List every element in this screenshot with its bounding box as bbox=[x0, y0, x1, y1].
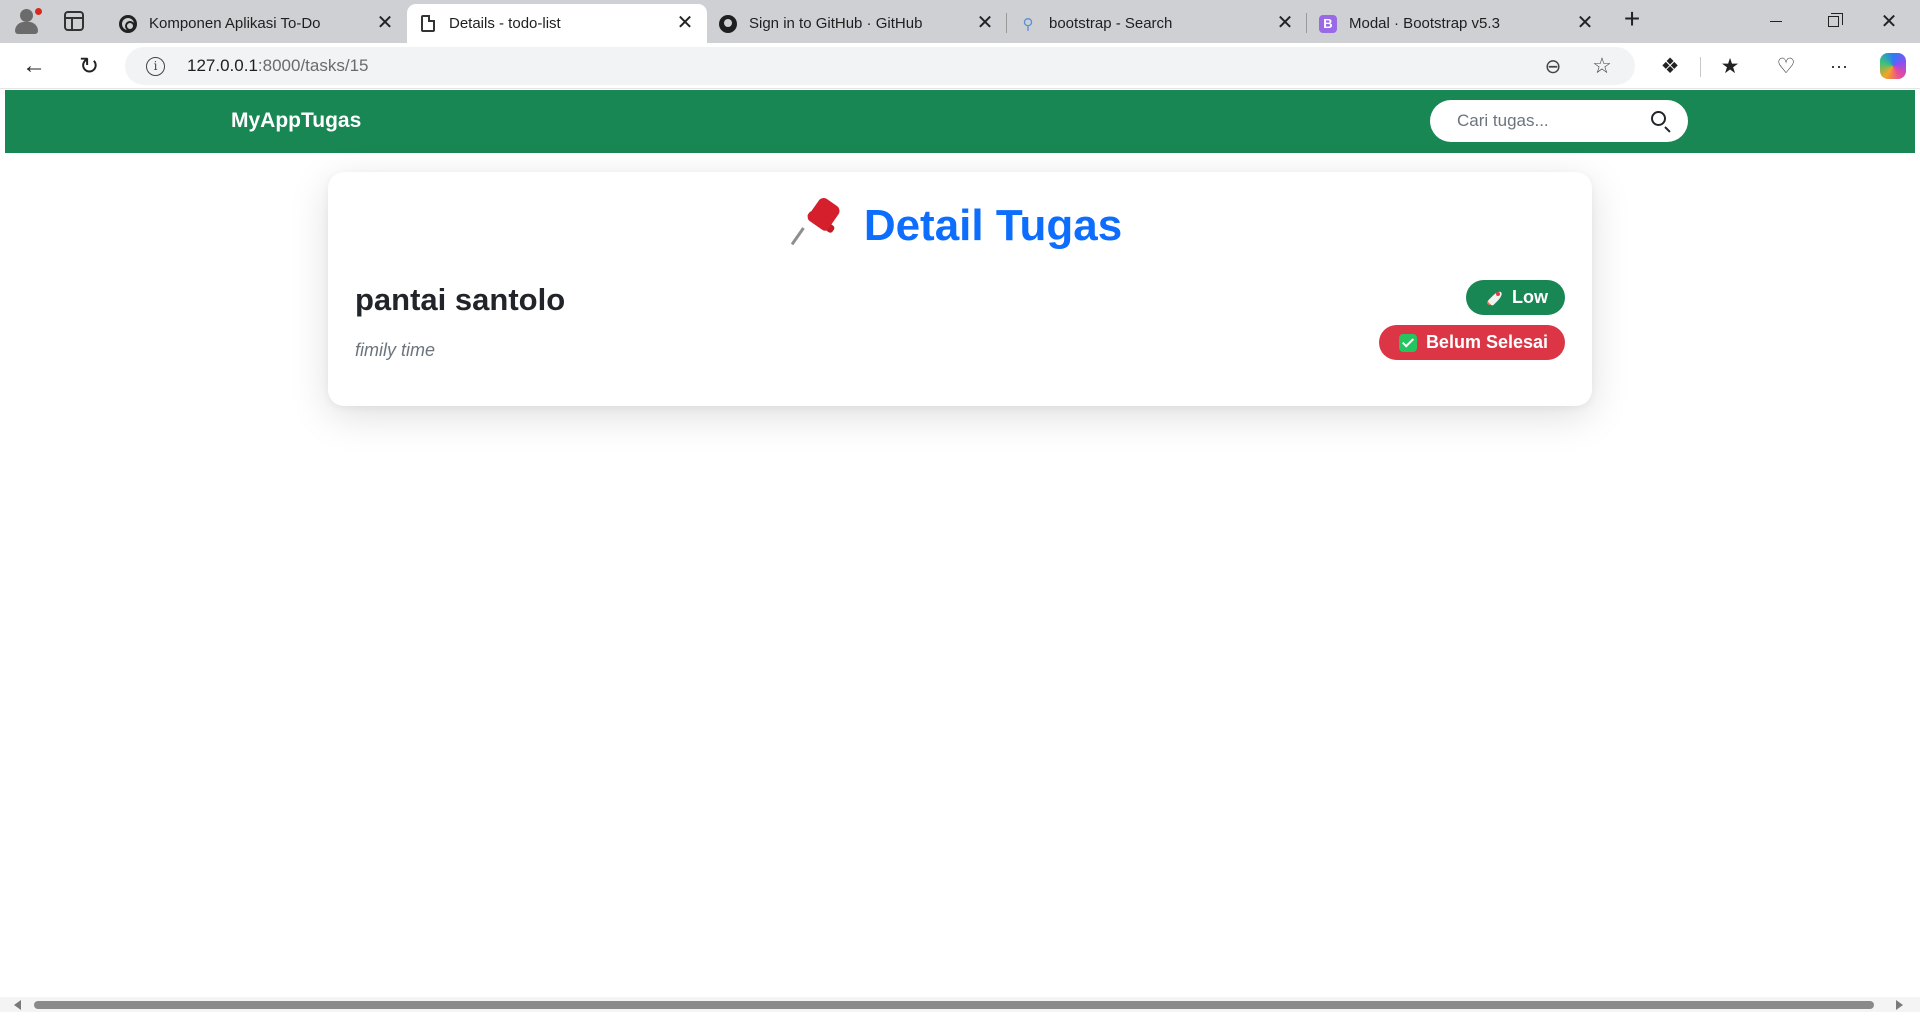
search-button[interactable] bbox=[1640, 103, 1680, 139]
task-description: fimily time bbox=[355, 340, 435, 360]
favorites-icon[interactable]: ★ bbox=[1715, 51, 1745, 81]
task-detail-card: Detail Tugas pantai santolo fimily time … bbox=[328, 172, 1592, 406]
tab-close-icon[interactable]: ✕ bbox=[1575, 13, 1595, 34]
address-host: 127.0.0.1 bbox=[187, 56, 258, 75]
page-title: Detail Tugas bbox=[328, 195, 1592, 251]
browser-essentials-icon[interactable]: ♡ bbox=[1771, 51, 1801, 81]
page-viewport: MyAppTugas Detail Tugas pantai santolo f… bbox=[5, 90, 1915, 1000]
tab-title: Modal · Bootstrap v5.3 bbox=[1349, 15, 1500, 32]
reload-icon: ↻ bbox=[78, 52, 100, 80]
scrollbar-thumb[interactable] bbox=[34, 1001, 1874, 1009]
tab-close-icon[interactable]: ✕ bbox=[975, 13, 995, 34]
horizontal-scrollbar[interactable] bbox=[0, 997, 1920, 1012]
browser-tab-strip: Komponen Aplikasi To-Do ✕ Details - todo… bbox=[0, 0, 1920, 43]
pushpin-icon bbox=[790, 195, 846, 246]
close-icon: ✕ bbox=[1880, 10, 1898, 33]
search-form bbox=[1430, 100, 1688, 142]
browser-tab-github[interactable]: Sign in to GitHub · GitHub ✕ bbox=[707, 4, 1007, 43]
notification-dot bbox=[34, 7, 43, 16]
tab-close-icon[interactable]: ✕ bbox=[675, 13, 695, 34]
minimize-window-button[interactable] bbox=[1753, 6, 1799, 36]
search-input[interactable] bbox=[1430, 100, 1630, 142]
minimize-icon bbox=[1770, 20, 1782, 22]
rocket-icon bbox=[1486, 289, 1504, 307]
check-icon bbox=[1398, 333, 1417, 352]
tab-close-icon[interactable]: ✕ bbox=[375, 13, 395, 34]
priority-badge-label: Low bbox=[1512, 287, 1548, 307]
scroll-left-arrow-icon[interactable] bbox=[14, 1000, 21, 1010]
tab-title: Komponen Aplikasi To-Do bbox=[149, 15, 321, 32]
document-icon bbox=[419, 15, 437, 33]
openai-icon bbox=[119, 14, 137, 33]
tab-title: Sign in to GitHub · GitHub bbox=[749, 15, 923, 32]
profile-avatar-icon[interactable] bbox=[12, 7, 43, 35]
tab-title: Details - todo-list bbox=[449, 15, 561, 32]
github-icon bbox=[719, 14, 737, 33]
site-info-icon[interactable]: i bbox=[146, 57, 165, 76]
address-url[interactable]: 127.0.0.1:8000/tasks/15 bbox=[187, 56, 368, 76]
new-tab-button[interactable]: + bbox=[1618, 5, 1646, 34]
favorite-star-icon[interactable]: ☆ bbox=[1589, 53, 1615, 79]
extensions-icon[interactable]: ❖ bbox=[1655, 51, 1685, 81]
browser-tab-modal-bootstrap[interactable]: B Modal · Bootstrap v5.3 ✕ bbox=[1307, 4, 1607, 43]
status-badge-label: Belum Selesai bbox=[1425, 332, 1548, 352]
more-options-icon[interactable]: ··· bbox=[1824, 51, 1854, 81]
address-bar[interactable]: i 127.0.0.1:8000/tasks/15 ⊖ ☆ bbox=[125, 47, 1635, 85]
address-path: :8000/tasks/15 bbox=[257, 56, 369, 75]
app-navbar: MyAppTugas bbox=[5, 90, 1915, 153]
navbar-brand[interactable]: MyAppTugas bbox=[231, 109, 361, 133]
tab-close-icon[interactable]: ✕ bbox=[1275, 13, 1295, 34]
back-button[interactable]: ← bbox=[19, 51, 49, 81]
bootstrap-icon: B bbox=[1319, 14, 1337, 33]
status-badge: Belum Selesai bbox=[1378, 325, 1565, 360]
reload-button[interactable]: ↻ bbox=[74, 51, 104, 81]
zoom-out-icon[interactable]: ⊖ bbox=[1540, 53, 1566, 79]
browser-toolbar: ← ↻ i 127.0.0.1:8000/tasks/15 ⊖ ☆ ❖ ★ ♡ … bbox=[0, 43, 1920, 89]
scroll-right-arrow-icon[interactable] bbox=[1896, 1000, 1903, 1010]
copilot-icon[interactable] bbox=[1878, 51, 1908, 81]
browser-tab-details[interactable]: Details - todo-list ✕ bbox=[407, 4, 707, 43]
page-title-text: Detail Tugas bbox=[863, 201, 1123, 250]
arrow-left-icon: ← bbox=[22, 52, 46, 79]
tab-title: bootstrap - Search bbox=[1049, 15, 1173, 32]
search-icon: ⚲ bbox=[1022, 15, 1034, 33]
browser-tab-komponen[interactable]: Komponen Aplikasi To-Do ✕ bbox=[107, 4, 407, 43]
tab-actions-icon[interactable] bbox=[64, 11, 84, 31]
restore-icon bbox=[1827, 12, 1843, 27]
task-title: pantai santolo bbox=[355, 282, 566, 317]
search-icon bbox=[1651, 111, 1666, 126]
close-window-button[interactable]: ✕ bbox=[1866, 6, 1912, 36]
toolbar-divider bbox=[1700, 57, 1701, 77]
restore-window-button[interactable] bbox=[1810, 6, 1856, 36]
priority-badge: Low bbox=[1466, 280, 1565, 315]
browser-tab-bootstrap-search[interactable]: ⚲ bootstrap - Search ✕ bbox=[1007, 4, 1307, 43]
